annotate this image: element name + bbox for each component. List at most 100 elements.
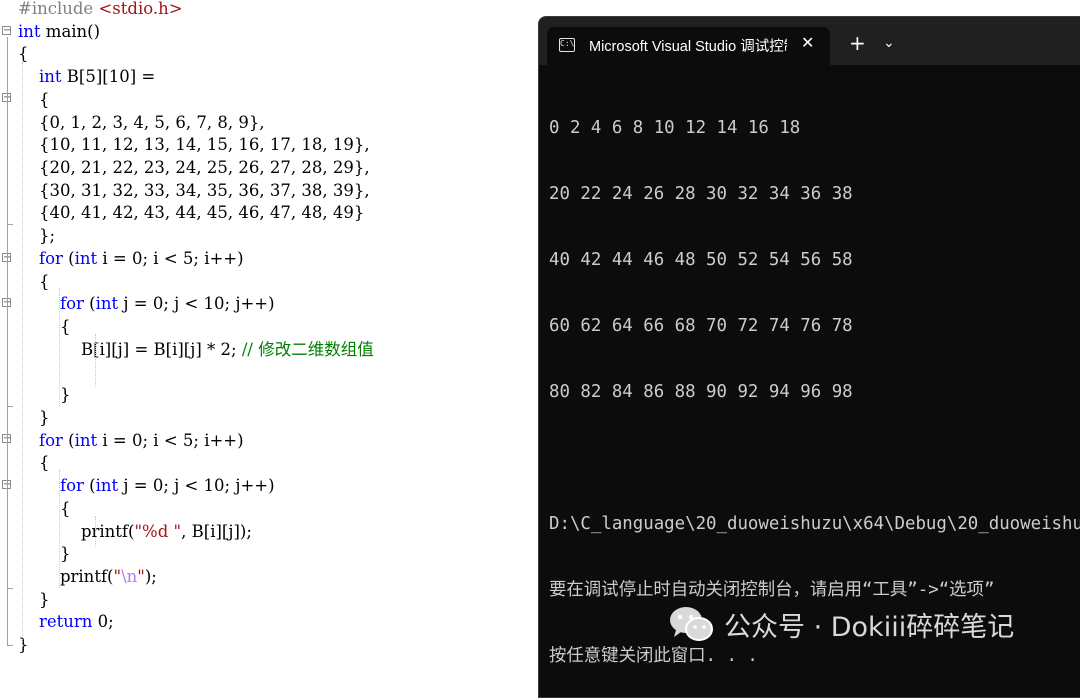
code-token: printf( — [18, 521, 135, 541]
code-line[interactable]: {10, 11, 12, 13, 14, 15, 16, 17, 18, 19}… — [18, 134, 370, 156]
code-line[interactable]: { — [18, 316, 71, 338]
code-token: for — [59, 294, 84, 314]
console-line: 60 62 64 66 68 70 72 74 76 78 — [549, 316, 853, 336]
code-token: {30, 31, 32, 33, 34, 35, 36, 37, 38, 39}… — [18, 180, 370, 200]
code-token: {20, 21, 22, 23, 24, 25, 26, 27, 28, 29}… — [18, 158, 370, 178]
code-token: }; — [18, 226, 56, 246]
code-token: j = 0; j < 10; j++) — [118, 476, 275, 496]
tab-title: Microsoft Visual Studio 调试控制台 — [589, 39, 787, 55]
code-token: " — [113, 567, 122, 586]
code-line[interactable]: {40, 41, 42, 43, 44, 45, 46, 47, 48, 49} — [18, 202, 364, 224]
code-line[interactable]: for (int i = 0; i < 5; i++) — [18, 430, 244, 452]
code-token: for — [38, 248, 63, 268]
code-line[interactable]: { — [18, 498, 71, 520]
code-token: " — [137, 567, 145, 586]
code-token: i = 0; i < 5; i++) — [97, 430, 244, 450]
code-line[interactable]: for (int i = 0; i < 5; i++) — [18, 248, 244, 270]
code-token: ( — [83, 294, 96, 314]
code-line[interactable]: int main() — [18, 21, 100, 43]
watermark-text: 公众号 · Dokiii碎碎笔记 — [724, 611, 1015, 643]
console-line: 要在调试停止时自动关闭控制台，请启用“工具”->“选项” — [549, 580, 995, 600]
code-token: <stdio.h> — [98, 0, 183, 18]
code-token: {40, 41, 42, 43, 44, 45, 46, 47, 48, 49} — [18, 203, 365, 223]
code-line[interactable]: int B[5][10] = — [18, 66, 155, 88]
code-token: int — [95, 476, 119, 496]
wechat-icon — [670, 607, 713, 641]
code-token: int — [38, 67, 62, 87]
code-line[interactable]: } — [18, 384, 71, 406]
code-line[interactable]: printf("%d ", B[i][j]); — [18, 521, 252, 543]
code-token: #include — [18, 0, 99, 18]
tab-bar: C:\ Microsoft Visual Studio 调试控制台 ✕ + ⌄ — [539, 17, 1080, 65]
code-token: B[5][10] = — [61, 67, 156, 87]
console-line: 按任意键关闭此窗口. . . — [549, 646, 758, 666]
code-token: "%d " — [134, 521, 182, 541]
terminal-icon: C:\ — [559, 38, 575, 52]
code-token: 0; — [92, 612, 114, 632]
code-line[interactable]: }; — [18, 225, 55, 247]
code-line[interactable]: {0, 1, 2, 3, 4, 5, 6, 7, 8, 9}, — [18, 112, 265, 134]
code-token: for — [38, 430, 63, 450]
console-line: 40 42 44 46 48 50 52 54 56 58 — [549, 250, 853, 270]
code-line[interactable]: for (int j = 0; j < 10; j++) — [18, 293, 275, 315]
outline-guide — [7, 37, 8, 645]
code-token: return — [38, 612, 93, 632]
code-token: {0, 1, 2, 3, 4, 5, 6, 7, 8, 9}, — [18, 112, 265, 132]
code-token: { — [18, 317, 71, 337]
outline-tick — [7, 645, 13, 646]
code-token: ); — [144, 567, 157, 586]
code-token: i = 0; i < 5; i++) — [97, 248, 244, 268]
chevron-down-icon[interactable]: ⌄ — [883, 33, 895, 53]
code-token: ( — [83, 476, 96, 496]
code-line[interactable]: {30, 31, 32, 33, 34, 35, 36, 37, 38, 39}… — [18, 180, 370, 202]
code-token: main() — [40, 21, 101, 41]
code-token: \n — [121, 567, 138, 586]
code-token: {10, 11, 12, 13, 14, 15, 16, 17, 18, 19}… — [18, 135, 370, 155]
code-token: { — [18, 44, 29, 64]
close-icon[interactable]: ✕ — [801, 33, 814, 52]
indent-guide — [22, 62, 23, 642]
code-line[interactable]: return 0; — [18, 611, 114, 633]
console-line: D:\C_language\20_duoweishuzu\x64\Debug\2… — [549, 514, 1080, 534]
code-token: } — [18, 385, 71, 405]
code-token: for — [59, 476, 84, 496]
code-line[interactable]: } — [18, 543, 71, 565]
new-tab-button[interactable]: + — [849, 33, 866, 53]
console-line: 80 82 84 86 88 90 92 94 96 98 — [549, 382, 853, 402]
code-token: printf( — [18, 567, 114, 586]
outline-tick — [7, 406, 13, 407]
code-line[interactable]: { — [18, 43, 29, 65]
indent-guide — [95, 516, 96, 546]
code-token: } — [18, 635, 29, 655]
code-token: B[i][j] = B[i][j] * 2; — [18, 339, 242, 359]
indent-guide — [95, 334, 96, 386]
code-token: ( — [62, 248, 75, 268]
indent-guide — [59, 288, 60, 406]
code-line[interactable]: for (int j = 0; j < 10; j++) — [18, 475, 275, 497]
debug-console-window[interactable]: C:\ Microsoft Visual Studio 调试控制台 ✕ + ⌄ … — [538, 16, 1080, 698]
code-token: // 修改二维数组值 — [241, 339, 374, 359]
watermark: 公众号 · Dokiii碎碎笔记 — [668, 602, 1014, 646]
outline-tick — [7, 224, 13, 225]
code-line[interactable]: B[i][j] = B[i][j] * 2; // 修改二维数组值 — [18, 339, 374, 361]
fold-toggle-main[interactable]: − — [2, 26, 11, 36]
code-token: { — [18, 498, 71, 518]
indent-guide — [59, 470, 60, 588]
console-line: 0 2 4 6 8 10 12 14 16 18 — [549, 118, 801, 138]
code-line[interactable]: {20, 21, 22, 23, 24, 25, 26, 27, 28, 29}… — [18, 157, 370, 179]
code-token: , B[i][j]); — [181, 521, 252, 541]
code-token: int — [95, 294, 119, 314]
outline-tick — [7, 588, 13, 589]
code-token: int — [74, 430, 98, 450]
code-line[interactable]: printf("\n"); — [18, 566, 157, 588]
code-token: int — [18, 21, 41, 41]
tab-debug-console[interactable]: C:\ Microsoft Visual Studio 调试控制台 ✕ — [547, 27, 830, 65]
code-line[interactable]: } — [18, 634, 29, 656]
code-token: int — [74, 248, 98, 268]
code-token: ( — [62, 430, 75, 450]
console-line: 20 22 24 26 28 30 32 34 36 38 — [549, 184, 853, 204]
code-line[interactable]: #include <stdio.h> — [18, 0, 183, 20]
